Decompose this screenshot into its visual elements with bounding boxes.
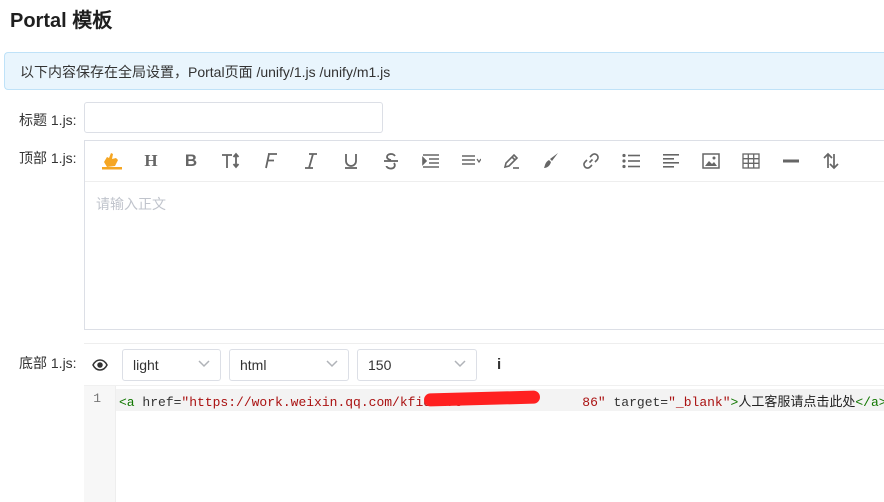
title-input[interactable] bbox=[84, 102, 383, 133]
code-token-href-value: "https://work.weixin.qq.com/kfid/kfc bbox=[181, 395, 463, 410]
code-token-target-attr: target= bbox=[605, 395, 669, 410]
background-color-icon[interactable] bbox=[538, 149, 564, 173]
indent-icon[interactable] bbox=[418, 149, 444, 173]
title-field-label: 标题 1.js: bbox=[19, 112, 77, 128]
code-editor-toolbar: light html 150 i bbox=[84, 343, 884, 386]
chevron-down-icon bbox=[326, 360, 338, 368]
editor-content-area[interactable]: 请输入正文 bbox=[85, 182, 884, 329]
image-icon[interactable] bbox=[698, 149, 724, 173]
table-icon[interactable] bbox=[738, 149, 764, 173]
chevron-down-icon bbox=[454, 360, 466, 368]
eye-icon[interactable] bbox=[90, 356, 110, 374]
sort-icon[interactable] bbox=[818, 149, 844, 173]
height-select-value: 150 bbox=[368, 357, 392, 373]
info-alert: 以下内容保存在全局设置，Portal页面 /unify/1.js /unify/… bbox=[4, 52, 884, 90]
mode-select-value: html bbox=[240, 357, 267, 373]
editor-toolbar: H B bbox=[85, 141, 884, 182]
font-family-icon[interactable] bbox=[258, 149, 284, 173]
code-editor[interactable]: 1 <a href="https://work.weixin.qq.com/kf… bbox=[84, 385, 884, 502]
chevron-down-icon bbox=[198, 360, 210, 368]
heading-icon[interactable]: H bbox=[138, 149, 164, 173]
mode-select[interactable]: html bbox=[229, 349, 349, 381]
underline-icon[interactable] bbox=[338, 149, 364, 173]
code-token-link-text: 人工客服请点击此处 bbox=[738, 395, 856, 410]
code-token-target-value: "_blank" bbox=[668, 395, 731, 410]
theme-select-value: light bbox=[133, 357, 159, 373]
footer-field-label: 底部 1.js: bbox=[19, 355, 77, 371]
strikethrough-icon[interactable] bbox=[378, 149, 404, 173]
code-token-close-tag: </a> bbox=[855, 395, 884, 410]
info-button[interactable]: i bbox=[497, 356, 501, 373]
line-height-icon[interactable] bbox=[458, 149, 484, 173]
list-icon[interactable] bbox=[618, 149, 644, 173]
bold-icon[interactable]: B bbox=[178, 149, 204, 173]
divider-icon[interactable] bbox=[778, 149, 804, 173]
header-field-label: 顶部 1.js: bbox=[19, 150, 77, 166]
emoji-icon[interactable] bbox=[99, 149, 125, 173]
line-gutter: 1 bbox=[84, 386, 116, 502]
rich-text-editor: H B 请输入正文 bbox=[84, 140, 884, 330]
code-token-href-attr: href= bbox=[134, 395, 182, 410]
line-number: 1 bbox=[93, 391, 101, 406]
font-size-icon[interactable] bbox=[218, 149, 244, 173]
editor-placeholder: 请输入正文 bbox=[96, 196, 166, 212]
height-select[interactable]: 150 bbox=[357, 349, 477, 381]
link-icon[interactable] bbox=[578, 149, 604, 173]
page-title: Portal 模板 bbox=[10, 10, 113, 32]
italic-icon[interactable] bbox=[298, 149, 324, 173]
code-token-href-value-end: 86" bbox=[582, 395, 606, 410]
code-token-open-tag: <a bbox=[119, 395, 135, 410]
theme-select[interactable]: light bbox=[122, 349, 221, 381]
font-color-icon[interactable] bbox=[498, 149, 524, 173]
info-alert-text: 以下内容保存在全局设置，Portal页面 /unify/1.js /unify/… bbox=[20, 64, 391, 80]
justify-icon[interactable] bbox=[658, 149, 684, 173]
code-editor-panel: light html 150 i 1 <a href="https://work… bbox=[84, 343, 884, 502]
